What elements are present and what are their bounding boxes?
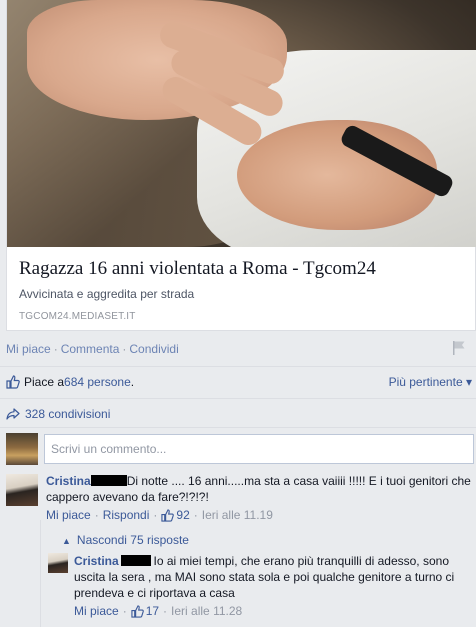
comment-sort-dropdown[interactable]: Più pertinente ▾ xyxy=(389,375,472,389)
chevron-down-icon: ▾ xyxy=(465,375,472,389)
avatar[interactable] xyxy=(48,553,68,573)
reply-author[interactable]: Cristina xyxy=(74,554,119,568)
likes-suffix: . xyxy=(130,375,135,389)
thumbs-up-icon xyxy=(6,375,20,389)
comment-link[interactable]: Commenta xyxy=(61,342,120,356)
current-user-avatar xyxy=(6,433,38,465)
redacted-name xyxy=(90,475,127,486)
shares-count: 328 condivisioni xyxy=(25,407,111,421)
comment-like-count[interactable]: 92 xyxy=(176,508,189,522)
chevron-up-icon: ▲ xyxy=(62,536,71,546)
comment-meta: Mi piace · Rispondi · 92 · Ieri alle 11.19 xyxy=(46,508,273,522)
link-preview-card[interactable]: Ragazza 16 anni violentata a Roma - Tgco… xyxy=(6,0,476,331)
share-link[interactable]: Condividi xyxy=(129,342,178,356)
reply-timestamp[interactable]: Ieri alle 11.28 xyxy=(171,604,242,618)
reply-thread-line xyxy=(40,520,41,627)
article-photo[interactable] xyxy=(7,0,476,247)
comment-input[interactable]: Scrivi un commento... xyxy=(44,434,474,464)
reply-like-count[interactable]: 17 xyxy=(146,604,159,618)
likes-summary: Piace a 684 persone. xyxy=(6,375,134,389)
divider xyxy=(0,398,476,399)
sort-label: Più pertinente xyxy=(388,375,463,389)
comment-like-link[interactable]: Mi piace xyxy=(46,508,91,522)
article-source: TGCOM24.MEDIASET.IT xyxy=(19,311,136,322)
avatar[interactable] xyxy=(6,474,38,506)
comment-body: Cristina Di notte .... 16 anni.....ma sta… xyxy=(46,473,472,505)
separator: · xyxy=(53,342,58,356)
comment-timestamp[interactable]: Ieri alle 11.19 xyxy=(202,508,273,522)
thumbs-up-icon xyxy=(131,604,144,618)
hide-replies-label: Nascondi 75 risposte xyxy=(76,533,189,547)
shares-summary[interactable]: 328 condivisioni xyxy=(6,407,110,421)
article-description: Avvicinata e aggredita per strada xyxy=(19,287,195,301)
post-actions: Mi piace · Commenta · Condividi xyxy=(6,342,179,356)
reply-meta: Mi piace · 17 · Ieri alle 11.28 xyxy=(74,604,243,618)
redacted-name xyxy=(121,555,152,566)
article-title[interactable]: Ragazza 16 anni violentata a Roma - Tgco… xyxy=(19,258,376,280)
divider xyxy=(0,366,476,367)
reply-like-link[interactable]: Mi piace xyxy=(74,604,119,618)
comment-reply-link[interactable]: Rispondi xyxy=(103,508,150,522)
reply-body: Cristina Io ai miei tempi, che erano più… xyxy=(74,553,472,601)
divider xyxy=(0,427,476,428)
flag-icon[interactable] xyxy=(452,340,466,356)
share-arrow-icon xyxy=(6,408,20,420)
comment-author[interactable]: Cristina xyxy=(46,474,91,488)
likes-count-link[interactable]: 684 persone xyxy=(64,375,131,389)
likes-prefix: Piace a xyxy=(24,375,65,389)
separator: · xyxy=(122,342,127,356)
like-link[interactable]: Mi piace xyxy=(6,342,51,356)
thumbs-up-icon xyxy=(161,508,175,522)
hide-replies-link[interactable]: ▲ Nascondi 75 risposte xyxy=(62,533,189,547)
